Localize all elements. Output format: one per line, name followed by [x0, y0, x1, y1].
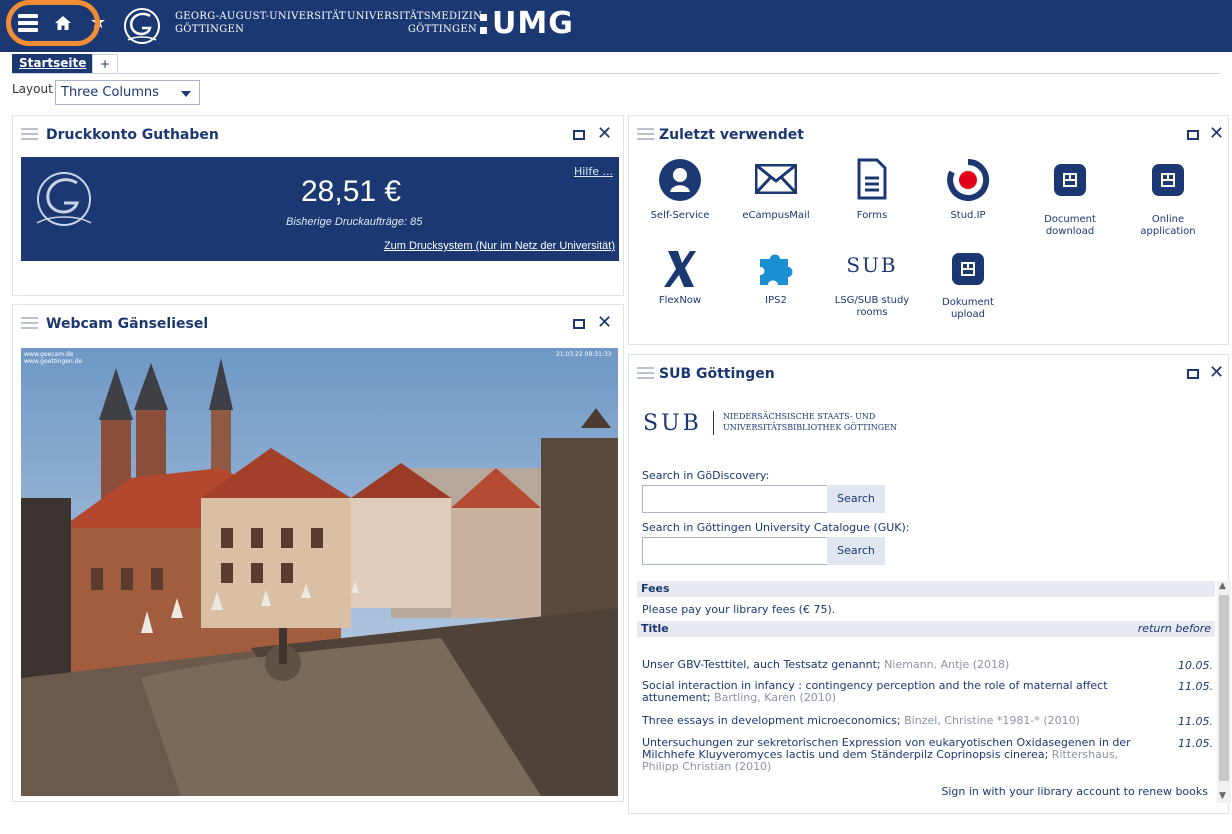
app-studip[interactable]: Stud.IP: [925, 158, 1011, 228]
fees-note: Please pay your library fees (€ 75).: [642, 603, 836, 616]
godiscovery-search-input[interactable]: [642, 485, 828, 513]
layout-select[interactable]: Three Columns: [55, 80, 200, 105]
portlet-title: SUB Göttingen: [659, 366, 775, 382]
document-icon: [857, 158, 887, 200]
portlet-recent: Zuletzt verwendet ✕ Self-Service eCampus…: [628, 115, 1229, 345]
university-seal-logo: [124, 8, 160, 44]
tab-divider: [12, 73, 1220, 74]
loan-due-date: 11.05.: [1178, 680, 1213, 693]
balance-amount: 28,51 €: [301, 175, 402, 208]
top-bar: ★ GEORG-AUGUST-UNIVERSITÄT GÖTTINGEN UNI…: [0, 0, 1232, 52]
maximize-icon[interactable]: [1187, 369, 1199, 379]
close-icon[interactable]: ✕: [1209, 123, 1224, 144]
maximize-icon[interactable]: [573, 319, 585, 329]
close-icon[interactable]: ✕: [1209, 362, 1224, 383]
print-system-link[interactable]: Zum Drucksystem (Nur im Netz der Univers…: [384, 240, 615, 252]
help-link[interactable]: Hilfe ...: [574, 165, 613, 178]
app-ecampusmail[interactable]: eCampusMail: [733, 158, 819, 228]
portlet-header[interactable]: Zuletzt verwendet ✕: [629, 116, 1228, 154]
app-ips2[interactable]: IPS2: [733, 249, 819, 319]
layout-select-value: Three Columns: [61, 85, 159, 100]
umg-colon-mark: [480, 12, 488, 36]
sub-logo-text: NIEDERSÄCHSISCHE STAATS- UND UNIVERSITÄT…: [723, 412, 898, 432]
scrollbar-thumb[interactable]: [1219, 595, 1229, 781]
app-document-download[interactable]: Document download: [1027, 158, 1113, 238]
portlet-webcam: Webcam Gänseliesel ✕ www.goecam.de www.g…: [12, 304, 624, 802]
app-lsg-sub-study-rooms[interactable]: SUB LSG/SUB study rooms: [829, 249, 915, 319]
close-icon[interactable]: ✕: [597, 123, 612, 144]
drag-handle-icon[interactable]: [21, 317, 38, 330]
print-balance-panel: Hilfe ... 28,51 € Bisherige Druckaufträg…: [21, 157, 619, 261]
loans-header: Title return before: [637, 621, 1215, 637]
loan-due-date: 10.05.: [1178, 659, 1213, 672]
webcam-overlay-text: www.goecam.de: [24, 351, 74, 358]
fees-header: Fees: [637, 581, 1215, 597]
drag-handle-icon[interactable]: [637, 128, 654, 141]
umg-logo: UMG: [492, 6, 574, 41]
puzzle-icon: [760, 254, 793, 285]
portlet-title: Webcam Gänseliesel: [46, 316, 209, 332]
portlet-sub: SUB Göttingen ✕ SUB NIEDERSÄCHSISCHE STA…: [628, 354, 1231, 814]
university-seal-logo: [36, 172, 92, 226]
drag-handle-icon[interactable]: [21, 128, 38, 141]
close-icon[interactable]: ✕: [597, 312, 612, 333]
scroll-down-icon[interactable]: ▼: [1219, 791, 1226, 801]
godiscovery-search-button[interactable]: Search: [827, 485, 885, 513]
guk-search-button[interactable]: Search: [827, 537, 885, 565]
app-self-service[interactable]: Self-Service: [637, 158, 723, 228]
maximize-icon[interactable]: [573, 130, 585, 140]
portlet-title: Druckkonto Guthaben: [46, 127, 219, 143]
webcam-timestamp: 21.03.22 09:31:33: [556, 351, 612, 358]
mail-icon: [755, 164, 797, 194]
renew-books-link[interactable]: Sign in with your library account to ren…: [941, 785, 1208, 798]
godiscovery-label: Search in GöDiscovery:: [642, 469, 770, 482]
guk-search-input[interactable]: [642, 537, 828, 565]
layout-label: Layout: [12, 82, 53, 96]
highlight-ring: [6, 0, 100, 46]
app-tile-icon: [1152, 164, 1184, 196]
app-flexnow[interactable]: FlexNow: [637, 249, 723, 319]
tab-startseite[interactable]: Startseite: [12, 54, 94, 74]
app-forms[interactable]: Forms: [829, 158, 915, 228]
scroll-up-icon[interactable]: ▲: [1219, 581, 1226, 591]
loan-item[interactable]: Social interaction in infancy : continge…: [642, 680, 1142, 704]
flexnow-x-icon: [664, 251, 696, 287]
app-tile-icon: [952, 253, 984, 285]
studip-icon: [947, 158, 990, 201]
loan-item[interactable]: Untersuchungen zur sekretorischen Expres…: [642, 737, 1142, 773]
chevron-down-icon: [181, 91, 191, 97]
drag-handle-icon[interactable]: [637, 367, 654, 380]
portlet-header[interactable]: Druckkonto Guthaben ✕: [13, 116, 623, 154]
portlet-title: Zuletzt verwendet: [659, 127, 804, 143]
loan-item[interactable]: Three essays in development microeconomi…: [642, 715, 1142, 727]
logo-divider: [713, 411, 714, 435]
loan-due-date: 11.05.: [1178, 737, 1213, 750]
guk-label: Search in Göttingen University Catalogue…: [642, 521, 910, 534]
loan-due-date: 11.05.: [1178, 715, 1213, 728]
app-tile-icon: [1054, 164, 1086, 196]
loan-item[interactable]: Unser GBV-Testtitel, auch Testsatz genan…: [642, 659, 1142, 671]
webcam-image: www.goecam.de www.goettingen.de 21.03.22…: [21, 348, 618, 796]
portlet-header[interactable]: Webcam Gänseliesel ✕: [13, 305, 623, 343]
add-tab-button[interactable]: +: [92, 54, 118, 74]
maximize-icon[interactable]: [1187, 130, 1199, 140]
sub-logo-icon: SUB: [846, 253, 898, 277]
university-wordmark: GEORG-AUGUST-UNIVERSITÄT GÖTTINGEN: [175, 11, 346, 35]
portlet-druckkonto: Druckkonto Guthaben ✕ Hilfe ... 28,51 € …: [12, 115, 624, 296]
print-jobs-count: Bisherige Druckaufträge: 85: [286, 216, 423, 228]
app-dokument-upload[interactable]: Dokument upload: [925, 249, 1011, 329]
sub-logo-mark: SUB: [643, 411, 702, 436]
person-icon: [659, 159, 701, 201]
app-online-application[interactable]: Online application: [1125, 158, 1211, 238]
portlet-header[interactable]: SUB Göttingen ✕: [629, 355, 1228, 393]
webcam-overlay-text: www.goettingen.de: [24, 358, 82, 365]
